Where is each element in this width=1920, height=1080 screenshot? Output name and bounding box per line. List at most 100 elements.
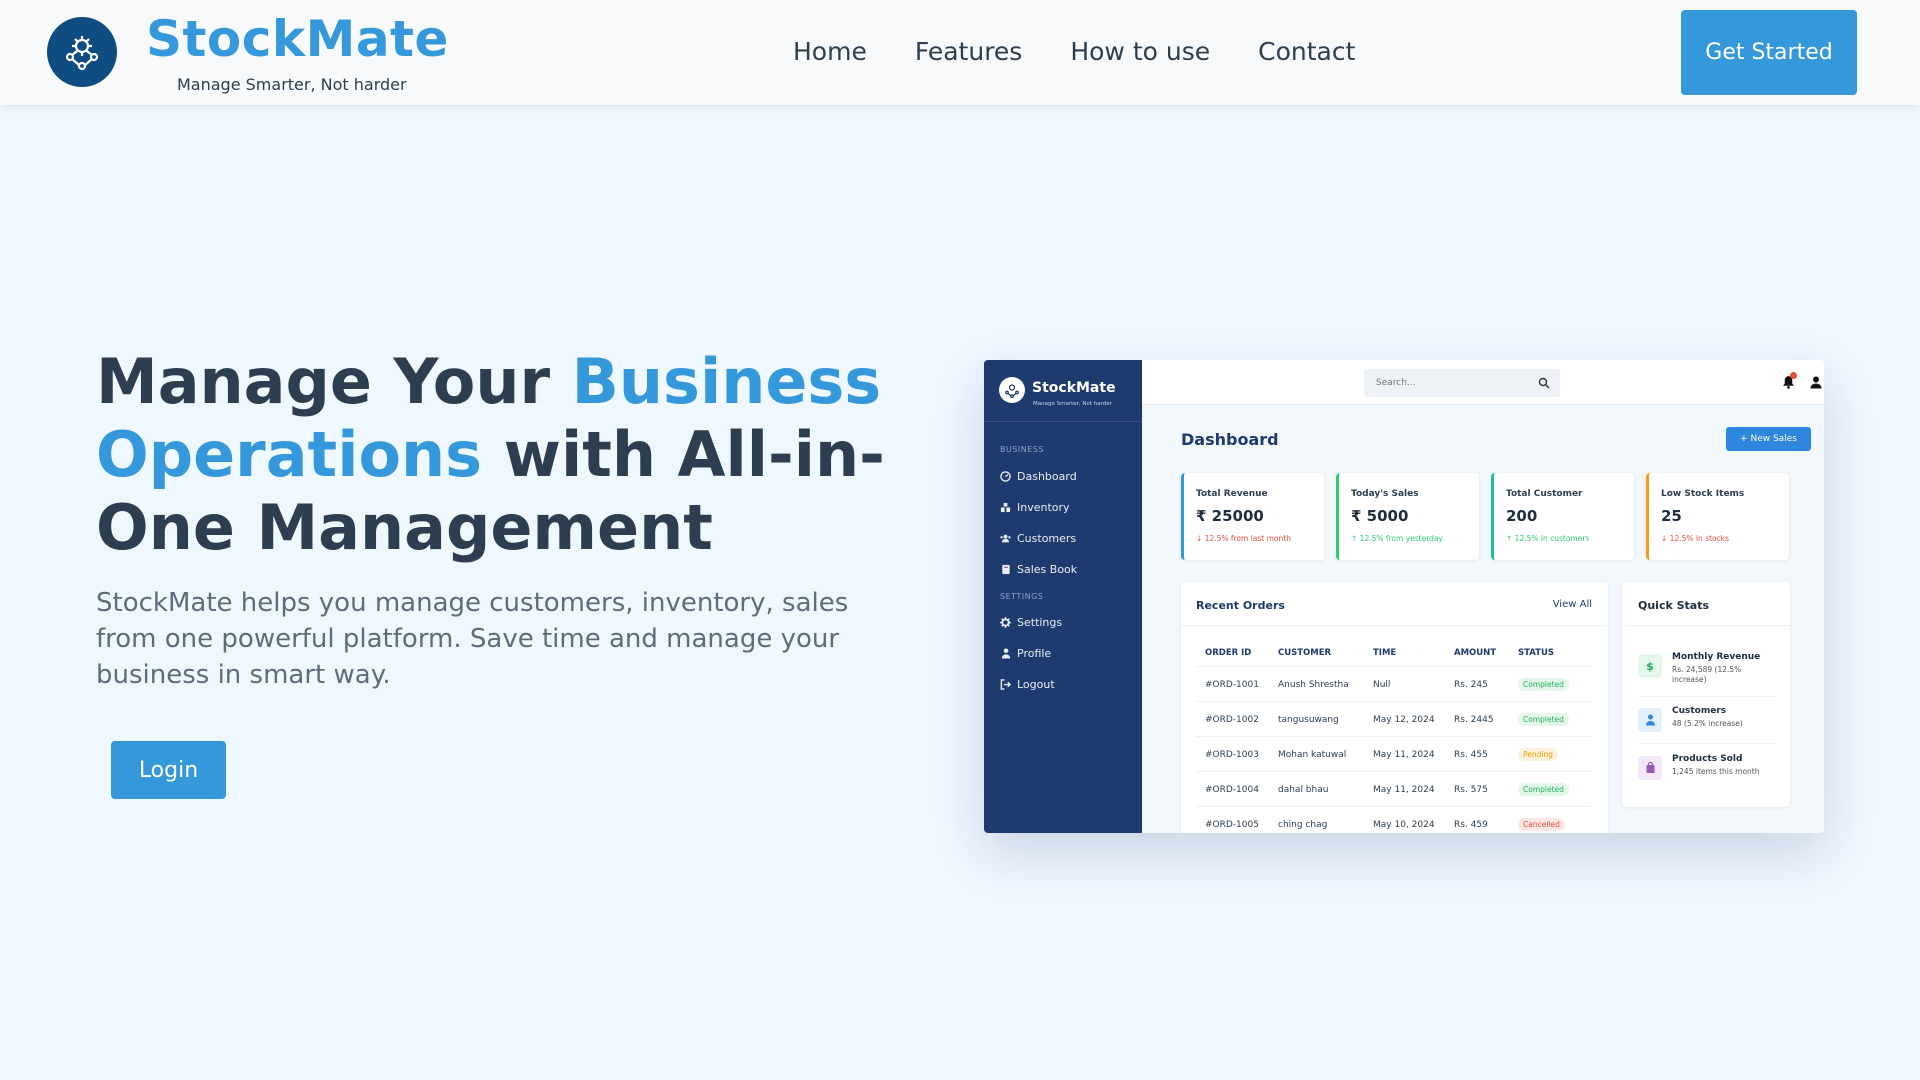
preview-brand: StockMate	[1032, 380, 1116, 396]
sidebar-item-customers[interactable]: Customers	[1000, 532, 1076, 545]
inventory-icon	[1000, 502, 1011, 513]
stat-card-label: Total Revenue	[1196, 489, 1268, 499]
sidebar-item-dashboard[interactable]: Dashboard	[1000, 470, 1077, 483]
sidebar-item-label: Dashboard	[1017, 470, 1077, 483]
quick-stat-title: Products Sold	[1672, 754, 1743, 764]
hero-title-part-1: Manage Your	[96, 345, 572, 418]
quick-stat-title: Monthly Revenue	[1672, 652, 1761, 662]
stat-card-label: Total Customer	[1506, 489, 1583, 499]
brand-tagline: Manage Smarter, Not harder	[177, 75, 407, 94]
nav-link-contact[interactable]: Contact	[1258, 37, 1355, 66]
section-settings: SETTINGS	[1000, 592, 1044, 601]
preview-topbar	[1142, 360, 1824, 405]
shopping-bag-icon	[1638, 756, 1662, 780]
dollar-icon: $	[1638, 654, 1662, 678]
hero-title: Manage Your Business Operations with All…	[96, 345, 926, 564]
sidebar-item-label: Inventory	[1017, 501, 1070, 514]
amount-cell: Rs. 459	[1454, 820, 1488, 830]
stat-card-change: ↓ 12.5% from last month	[1196, 534, 1291, 543]
table-row[interactable]: #ORD-1001 Anush Shrestha Null Rs. 245 Comple…	[1196, 666, 1591, 701]
stat-card-value: ₹ 5000	[1351, 507, 1409, 525]
customer-cell: tangusuwang	[1278, 715, 1339, 725]
amount-cell: Rs. 455	[1454, 750, 1488, 760]
column-header: TIME	[1373, 648, 1397, 658]
preview-page-title: Dashboard	[1181, 430, 1279, 449]
quick-stat-divider	[1638, 743, 1774, 744]
nav-link-features[interactable]: Features	[915, 37, 1023, 66]
column-header: STATUS	[1518, 648, 1555, 658]
user-icon	[1638, 708, 1662, 732]
table-row[interactable]: #ORD-1003 Mohan katuwal May 11, 2024 Rs. 45…	[1196, 736, 1591, 771]
amount-cell: Rs. 575	[1454, 785, 1488, 795]
sidebar-item-settings[interactable]: Settings	[1000, 616, 1062, 629]
customer-cell: Mohan katuwal	[1278, 750, 1347, 760]
preview-sidebar-divider	[984, 421, 1142, 422]
sidebar-item-label: Logout	[1017, 678, 1055, 691]
column-header: AMOUNT	[1454, 648, 1497, 658]
table-row[interactable]: #ORD-1002 tangusuwang May 12, 2024 Rs. 2445…	[1196, 701, 1591, 736]
stat-card-value: 25	[1661, 507, 1682, 525]
preview-tagline: Manage Smarter, Not harder	[1033, 401, 1112, 407]
view-all-link[interactable]: View All	[1553, 599, 1592, 610]
panel-divider	[1181, 625, 1608, 626]
sidebar-item-inventory[interactable]: Inventory	[1000, 501, 1070, 514]
order-id-cell: #ORD-1005	[1205, 820, 1259, 830]
book-icon	[1000, 564, 1011, 575]
status-badge: Pending	[1518, 748, 1558, 761]
order-id-cell: #ORD-1001	[1205, 680, 1259, 690]
brand-name[interactable]: StockMate	[146, 10, 449, 68]
customer-cell: dahal bhau	[1278, 785, 1329, 795]
nav-link-how-to-use[interactable]: How to use	[1070, 37, 1210, 66]
quick-stat-subtitle: 1,245 items this month	[1672, 767, 1760, 776]
logout-icon	[1000, 679, 1011, 690]
table-row[interactable]: #ORD-1004 dahal bhau May 11, 2024 Rs. 575 Co…	[1196, 771, 1591, 806]
column-header: CUSTOMER	[1278, 648, 1332, 658]
user-icon[interactable]	[1810, 376, 1822, 389]
amount-cell: Rs. 245	[1454, 680, 1488, 690]
order-id-cell: #ORD-1002	[1205, 715, 1259, 725]
quick-stats-panel: Quick Stats $ Monthly Revenue Rs. 24,589…	[1622, 582, 1790, 807]
dashboard-icon	[1000, 471, 1011, 482]
sidebar-item-logout[interactable]: Logout	[1000, 678, 1055, 691]
stat-card-change: ↑ 12.5% from yesterday	[1351, 534, 1443, 543]
quick-stat-subtitle: 48 (5.2% increase)	[1672, 719, 1743, 728]
stat-card-change: ↓ 12.5% in stocks	[1661, 534, 1729, 543]
user-icon	[1000, 648, 1011, 659]
quick-stat-subtitle: Rs. 24,589 (12.5% increase)	[1672, 665, 1742, 684]
hero-description: StockMate helps you manage customers, in…	[96, 588, 849, 690]
search-input[interactable]	[1364, 369, 1540, 397]
users-icon	[1000, 533, 1011, 544]
new-sales-button[interactable]: + New Sales	[1726, 427, 1811, 451]
sidebar-item-sales-book[interactable]: Sales Book	[1000, 563, 1077, 576]
stat-card-value: ₹ 25000	[1196, 507, 1264, 525]
recent-orders-panel: Recent Orders View All ORDER ID CUSTOMER…	[1181, 582, 1608, 833]
time-cell: May 12, 2024	[1373, 715, 1435, 725]
column-header: ORDER ID	[1205, 648, 1252, 658]
status-badge: Completed	[1518, 783, 1569, 796]
search-icon[interactable]	[1538, 377, 1550, 389]
gear-icon	[1000, 617, 1011, 628]
login-button[interactable]: Login	[111, 741, 226, 799]
nav-link-home[interactable]: Home	[793, 37, 867, 66]
status-badge: Completed	[1518, 678, 1569, 691]
stat-card-label: Low Stock Items	[1661, 489, 1745, 499]
time-cell: May 11, 2024	[1373, 785, 1435, 795]
stat-card-label: Today's Sales	[1351, 489, 1419, 499]
get-started-button[interactable]: Get Started	[1681, 10, 1857, 95]
stat-card-low-stock: Low Stock Items 25 ↓ 12.5% in stocks	[1646, 473, 1789, 560]
stat-card-todays-sales: Today's Sales ₹ 5000 ↑ 12.5% from yester…	[1336, 473, 1479, 560]
recent-orders-title: Recent Orders	[1196, 599, 1285, 612]
navbar: StockMate Manage Smarter, Not harder Hom…	[0, 0, 1920, 105]
panel-divider	[1622, 625, 1790, 626]
logo-icon[interactable]	[47, 17, 117, 87]
sidebar-item-profile[interactable]: Profile	[1000, 647, 1051, 660]
customer-cell: Anush Shrestha	[1278, 680, 1349, 690]
order-id-cell: #ORD-1004	[1205, 785, 1259, 795]
stat-card-total-customer: Total Customer 200 ↑ 12.5% in customers	[1491, 473, 1634, 560]
sidebar-item-label: Sales Book	[1017, 563, 1078, 576]
quick-stat-divider	[1638, 696, 1774, 697]
section-business: BUSINESS	[1000, 445, 1044, 454]
notification-badge	[1790, 372, 1797, 379]
nav-links: Home Features How to use Contact	[793, 37, 1355, 66]
table-row[interactable]: #ORD-1005 ching chag May 10, 2024 Rs. 459 Ca…	[1196, 806, 1591, 833]
